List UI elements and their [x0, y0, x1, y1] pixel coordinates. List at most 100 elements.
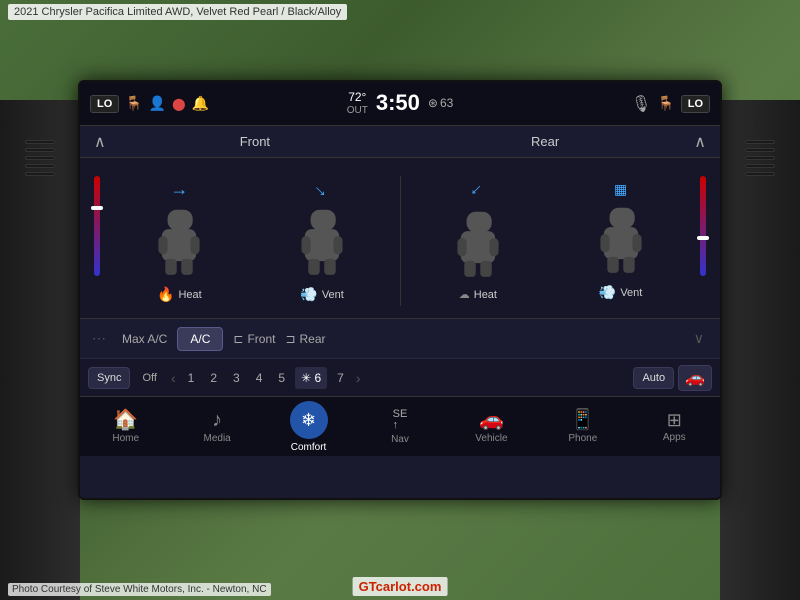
phone-label: Phone [568, 433, 597, 444]
bottom-nav: 🏠 Home ♪ Media ❄ Comfort SE↑ Nav 🚗 Vehic… [80, 396, 720, 456]
watermark-top: 2021 Chrysler Pacifica Limited AWD, Velv… [8, 4, 347, 20]
apps-grid-icon: ⊞ [667, 411, 682, 429]
fan-speed-7[interactable]: 7 [331, 367, 350, 389]
fan-speed-display: ⊛ 63 [428, 96, 453, 110]
phone-icon: 📱 [570, 410, 595, 430]
music-icon: ♪ [212, 410, 222, 430]
rear-air-icon: ⊐ [285, 332, 295, 346]
fan-next-button[interactable]: › [354, 370, 363, 386]
media-label: Media [204, 433, 231, 444]
fan-speed-1[interactable]: 1 [182, 367, 201, 389]
nav-compass-icon: SE↑ [393, 409, 408, 431]
home-label: Home [112, 433, 139, 444]
max-ac-button[interactable]: Max A/C [122, 332, 167, 346]
auto-button[interactable]: Auto [633, 367, 674, 389]
driver-seat-icon [144, 204, 214, 284]
rear-right-seat-col: ▦ 💨 Vent [551, 181, 690, 301]
chevron-up-right-btn[interactable]: ∧ [690, 132, 710, 152]
driver-icon: 👤 [149, 95, 166, 112]
mic-icon: 🎙 [631, 94, 651, 114]
rear-right-vent-label: Vent [620, 287, 642, 299]
right-temp-slider[interactable] [694, 176, 712, 306]
driver-airflow-arrow: → [170, 179, 188, 200]
driver-heat-label: Heat [178, 289, 201, 301]
rear-defrost-button[interactable]: 🚗 [678, 365, 712, 391]
nav-item-media[interactable]: ♪ Media [171, 404, 262, 450]
lo-right-badge: LO [681, 95, 710, 113]
passenger-vent-label-row: 💨 Vent [300, 286, 343, 303]
vehicle-label: Vehicle [475, 433, 507, 444]
status-center: 72° OUT 3:50 ⊛ 63 [297, 90, 504, 116]
lo-left-badge: LO [90, 95, 119, 113]
fan-speed-5[interactable]: 5 [272, 367, 291, 389]
passenger-vent-label: Vent [322, 289, 344, 301]
status-left: LO 🪑 👤 ⬤ 🔔 [90, 95, 297, 113]
nav-item-apps[interactable]: ⊞ Apps [629, 405, 720, 449]
home-icon: 🏠 [113, 410, 138, 430]
status-bar: LO 🪑 👤 ⬤ 🔔 72° OUT 3:50 ⊛ 63 🎙 🪑 LO [80, 82, 720, 126]
interior-right-panel [720, 100, 800, 600]
driver-heat-icon: 🔥 [157, 286, 174, 303]
fan-icon: ⊛ [428, 96, 438, 110]
comfort-label: Comfort [291, 442, 327, 453]
fan-speed-2[interactable]: 2 [204, 367, 223, 389]
seat-heat-left-icon: 🪑 [125, 95, 142, 112]
infotainment-screen: LO 🪑 👤 ⬤ 🔔 72° OUT 3:50 ⊛ 63 🎙 🪑 LO ∧ Fr… [78, 80, 722, 500]
seat-heat-right-icon: 🪑 [657, 95, 674, 112]
nav-item-home[interactable]: 🏠 Home [80, 404, 171, 450]
rear-right-seat-icon [586, 202, 656, 282]
car-title: 2021 Chrysler Pacifica Limited AWD, Velv… [14, 6, 341, 18]
vehicle-icon: 🚗 [479, 410, 504, 430]
nav-item-comfort[interactable]: ❄ Comfort [263, 395, 354, 459]
photo-credit: Photo Courtesy of Steve White Motors, In… [12, 584, 267, 595]
passenger-seat-col: → 💨 Vent [253, 179, 392, 303]
watermark-bottom: Photo Courtesy of Steve White Motors, In… [8, 583, 271, 596]
bell-icon: 🔔 [192, 95, 209, 112]
rear-right-vent-label-row: 💨 Vent [599, 284, 642, 301]
apps-label: Apps [663, 432, 686, 443]
chevron-up-left-btn[interactable]: ∧ [90, 132, 110, 152]
rear-left-heat-label-row: ☁ Heat [459, 288, 497, 301]
nav-label: Nav [391, 434, 409, 445]
section-header: ∧ Front Rear ∧ [80, 126, 720, 158]
fan-prev-button[interactable]: ‹ [169, 370, 178, 386]
rear-right-vent-icon: 💨 [599, 284, 616, 301]
chevron-down-btn[interactable]: ∨ [690, 330, 708, 347]
nav-item-vehicle[interactable]: 🚗 Vehicle [446, 404, 537, 450]
passenger-seat-icon [287, 204, 357, 284]
front-air-button[interactable]: ⊏ Front [233, 332, 275, 346]
nav-item-phone[interactable]: 📱 Phone [537, 404, 628, 450]
rear-air-button[interactable]: ⊐ Rear [285, 332, 325, 346]
seats-area: → 🔥 Heat → [80, 158, 720, 318]
comfort-icon: ❄ [290, 401, 328, 439]
passenger-vent-icon: 💨 [300, 286, 317, 303]
rear-left-airflow-arrow: → [464, 178, 492, 206]
fan-speed-6[interactable]: ✳ 6 [295, 367, 327, 389]
driver-seat-col: → 🔥 Heat [110, 179, 249, 303]
interior-left-panel [0, 100, 80, 600]
rear-right-heat-icon: ▦ [614, 181, 627, 198]
rear-left-heat-icon: ☁ [459, 288, 470, 301]
left-temp-slider[interactable] [88, 176, 106, 306]
fan-speed-3[interactable]: 3 [227, 367, 246, 389]
rear-left-heat-label: Heat [474, 289, 497, 301]
status-right: 🎙 🪑 LO [503, 94, 710, 114]
nav-item-nav[interactable]: SE↑ Nav [354, 403, 445, 451]
rear-left-seat-icon [443, 206, 513, 286]
passenger-airflow-arrow: → [308, 176, 336, 204]
front-air-icon: ⊏ [233, 332, 243, 346]
front-rear-divider [400, 176, 401, 306]
front-label: Front [110, 134, 400, 149]
fan-speed-row: Sync Off ‹ 1 2 3 4 5 ✳ 6 7 › Auto 🚗 [80, 358, 720, 396]
driver-heat-label-row: 🔥 Heat [157, 286, 202, 303]
watermark-logo: GTcarlot.com [353, 577, 448, 596]
fan-speed-4[interactable]: 4 [250, 367, 269, 389]
ac-button[interactable]: A/C [177, 327, 223, 351]
alert-circle-icon: ⬤ [172, 97, 185, 111]
off-button[interactable]: Off [134, 368, 164, 388]
temp-display: 72° OUT [347, 90, 368, 116]
ac-dots-icon: ⋯ [92, 330, 112, 347]
time-display: 3:50 [376, 90, 420, 116]
sync-button[interactable]: Sync [88, 367, 130, 389]
rear-left-seat-col: → ☁ Heat [409, 181, 548, 301]
